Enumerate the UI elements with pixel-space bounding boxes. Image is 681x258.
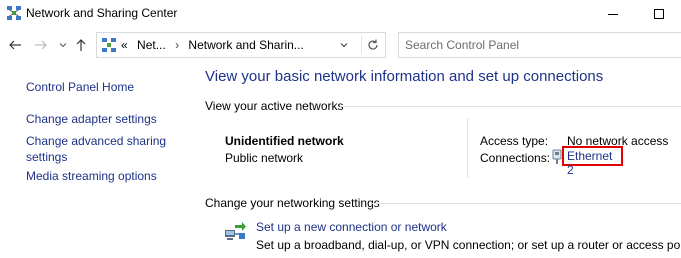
ethernet-connection-link[interactable]: Ethernet 2: [567, 149, 612, 177]
ethernet-connection-highlight: Ethernet 2: [562, 146, 623, 177]
network-sharing-icon: [7, 6, 21, 20]
sidebar-item-media-streaming[interactable]: Media streaming options: [26, 168, 157, 184]
network-category: Public network: [225, 151, 304, 165]
breadcrumb: « Net... › Network and Sharin...: [121, 38, 304, 52]
network-sharing-icon: [102, 38, 116, 52]
address-bar[interactable]: « Net... › Network and Sharin...: [96, 32, 386, 58]
breadcrumb-overflow[interactable]: «: [121, 38, 128, 52]
back-button[interactable]: [6, 36, 24, 54]
up-button[interactable]: [72, 36, 90, 54]
minimize-icon: [608, 13, 618, 15]
access-type-label: Access type:: [480, 134, 549, 148]
breadcrumb-item[interactable]: Network and Sharin...: [188, 38, 303, 52]
refresh-icon: [367, 39, 378, 50]
forward-button[interactable]: [32, 36, 50, 54]
network-name: Unidentified network: [225, 134, 344, 148]
chevron-down-icon: [59, 43, 67, 48]
recent-locations-button[interactable]: [54, 36, 72, 54]
sidebar: Control Panel Home Change adapter settin…: [0, 64, 190, 258]
maximize-icon: [654, 9, 664, 19]
divider: [372, 203, 681, 204]
maximize-button[interactable]: [636, 0, 681, 28]
arrow-up-icon: [76, 39, 86, 51]
search-input[interactable]: [405, 38, 665, 52]
setup-new-connection-link[interactable]: Set up a new connection or network: [256, 220, 447, 234]
refresh-button[interactable]: [361, 36, 383, 54]
page-title: View your basic network information and …: [205, 68, 604, 85]
minimize-button[interactable]: [590, 0, 636, 28]
new-connection-icon: [225, 222, 246, 240]
divider: [340, 106, 681, 107]
sidebar-item-control-panel-home[interactable]: Control Panel Home: [26, 79, 134, 95]
chevron-down-icon: [340, 43, 348, 48]
address-dropdown-button[interactable]: [335, 37, 353, 53]
breadcrumb-item[interactable]: Net...: [131, 38, 166, 52]
sidebar-item-change-adapter-settings[interactable]: Change adapter settings: [26, 111, 157, 127]
active-networks-header: View your active networks: [205, 99, 344, 113]
navigation-bar: « Net... › Network and Sharin...: [0, 28, 681, 64]
title-bar: Network and Sharing Center: [0, 0, 681, 28]
sidebar-item-change-advanced-sharing[interactable]: Change advanced sharing settings: [26, 133, 176, 165]
arrow-left-icon: [9, 40, 21, 50]
breadcrumb-separator-icon[interactable]: ›: [169, 38, 185, 52]
setup-new-connection-description: Set up a broadband, dial-up, or VPN conn…: [256, 238, 681, 252]
change-settings-header: Change your networking settings: [205, 196, 380, 210]
divider: [467, 118, 468, 178]
search-box[interactable]: [398, 32, 681, 58]
connections-label: Connections:: [480, 151, 551, 165]
window-title: Network and Sharing Center: [26, 6, 178, 20]
arrow-right-icon: [35, 40, 47, 50]
